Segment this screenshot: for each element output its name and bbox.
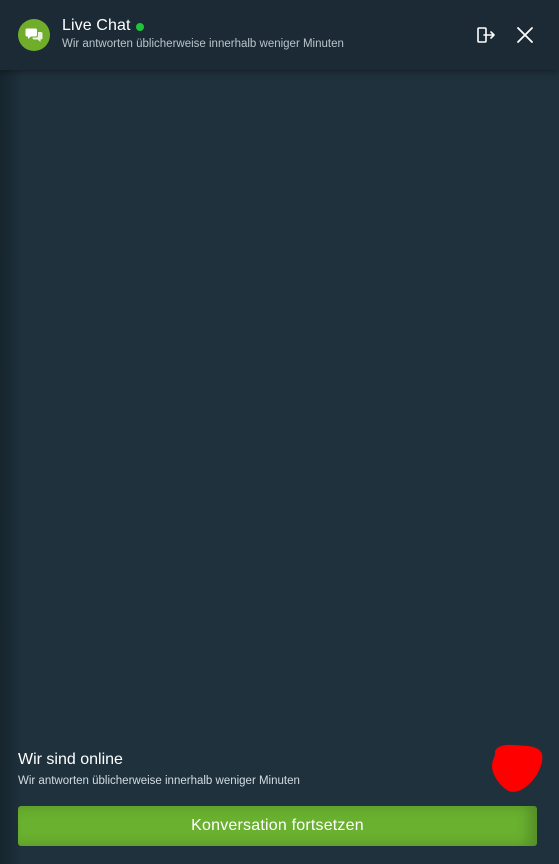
- left-edge-shadow: [0, 70, 22, 864]
- continue-conversation-button[interactable]: Konversation fortsetzen: [18, 806, 537, 846]
- logout-button[interactable]: [475, 24, 497, 46]
- close-button[interactable]: [514, 24, 536, 46]
- header-title-row: Live Chat: [62, 17, 144, 35]
- online-title: Wir sind online: [18, 751, 123, 768]
- red-annotation-mark: [492, 744, 543, 792]
- chat-header: Live Chat Wir antworten üblicherweise in…: [0, 0, 559, 70]
- chat-title: Live Chat: [62, 17, 131, 34]
- chat-widget: Live Chat Wir antworten üblicherweise in…: [0, 0, 559, 864]
- online-status-dot: [135, 22, 144, 31]
- online-subtitle: Wir antworten üblicherweise innerhalb we…: [18, 775, 300, 787]
- logout-icon: [477, 27, 495, 43]
- chat-bubbles-icon: [18, 19, 50, 51]
- chat-subtitle: Wir antworten üblicherweise innerhalb we…: [62, 38, 344, 50]
- close-icon: [517, 27, 533, 43]
